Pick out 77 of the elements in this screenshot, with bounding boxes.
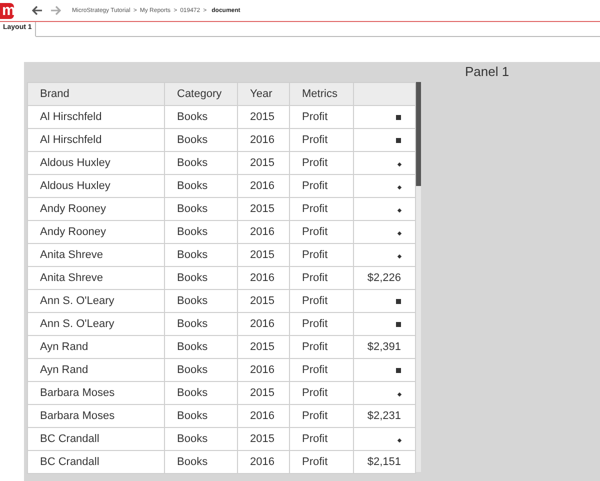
table-cell: BC Crandall xyxy=(28,450,164,474)
square-icon xyxy=(396,115,401,120)
table-cell: Books xyxy=(164,290,238,312)
table-cell: 2016 xyxy=(238,450,290,474)
table-cell: 2016 xyxy=(238,220,290,244)
table-cell: Al Hirschfeld xyxy=(28,106,164,128)
table-cell: 2015 xyxy=(238,244,290,266)
table-cell: Books xyxy=(164,428,238,450)
column-header[interactable]: Metrics xyxy=(290,82,354,106)
table-cell: Profit xyxy=(290,336,354,358)
square-icon xyxy=(396,322,401,327)
table-cell: Books xyxy=(164,382,238,404)
table-cell: BC Crandall xyxy=(28,428,164,450)
table-cell: 2015 xyxy=(238,290,290,312)
scrollbar-thumb[interactable] xyxy=(416,82,421,186)
table-cell: Andy Rooney xyxy=(28,220,164,244)
table-cell: Books xyxy=(164,152,238,174)
table-cell: 2016 xyxy=(238,266,290,290)
square-icon xyxy=(396,368,401,373)
table-cell: 2015 xyxy=(238,382,290,404)
table-cell: Books xyxy=(164,266,238,290)
table-cell: Profit xyxy=(290,382,354,404)
square-icon xyxy=(396,299,401,304)
table-cell: 2015 xyxy=(238,106,290,128)
scrollbar[interactable] xyxy=(416,82,421,472)
table-cell: Profit xyxy=(290,174,354,198)
table-cell: Profit xyxy=(290,198,354,220)
table-cell: Aldous Huxley xyxy=(28,174,164,198)
table-cell: Books xyxy=(164,244,238,266)
table-cell: Profit xyxy=(290,404,354,428)
table-cell: Profit xyxy=(290,220,354,244)
table-cell: Books xyxy=(164,174,238,198)
table-cell: 2016 xyxy=(238,404,290,428)
table-cell: 2016 xyxy=(238,174,290,198)
table-cell: Books xyxy=(164,358,238,382)
table-cell: Profit xyxy=(290,152,354,174)
table-cell: Profit xyxy=(290,266,354,290)
table-cell: 2016 xyxy=(238,128,290,152)
table-cell: Barbara Moses xyxy=(28,382,164,404)
table-cell: Aldous Huxley xyxy=(28,152,164,174)
table-cell: Profit xyxy=(290,450,354,474)
square-icon xyxy=(396,138,401,143)
table-cell: Profit xyxy=(290,106,354,128)
table-cell: Books xyxy=(164,336,238,358)
column-header[interactable]: Year xyxy=(238,82,290,106)
table-cell: Profit xyxy=(290,358,354,382)
table-cell: Profit xyxy=(290,244,354,266)
table-cell: Books xyxy=(164,220,238,244)
table-cell: Books xyxy=(164,128,238,152)
table-cell: Books xyxy=(164,450,238,474)
column-header[interactable]: Category xyxy=(164,82,238,106)
table-cell: Ayn Rand xyxy=(28,358,164,382)
table-cell: Profit xyxy=(290,290,354,312)
table-cell: Books xyxy=(164,312,238,336)
table-cell: 2015 xyxy=(238,336,290,358)
table-cell: 2016 xyxy=(238,312,290,336)
table-cell: Ayn Rand xyxy=(28,336,164,358)
table-cell: Barbara Moses xyxy=(28,404,164,428)
table-cell: Ann S. O'Leary xyxy=(28,290,164,312)
table-cell: 2015 xyxy=(238,152,290,174)
table-cell: Al Hirschfeld xyxy=(28,128,164,152)
table-cell: Profit xyxy=(290,128,354,152)
table-cell: Profit xyxy=(290,428,354,450)
table-cell: 2016 xyxy=(238,358,290,382)
table-cell: Books xyxy=(164,106,238,128)
table-cell: Anita Shreve xyxy=(28,244,164,266)
table-cell: 2015 xyxy=(238,198,290,220)
panel-title: Panel 1 xyxy=(465,64,510,79)
table-cell: Books xyxy=(164,198,238,220)
table-cell: Books xyxy=(164,404,238,428)
table-cell: Anita Shreve xyxy=(28,266,164,290)
table-cell: Ann S. O'Leary xyxy=(28,312,164,336)
table-cell: Profit xyxy=(290,312,354,336)
column-header[interactable]: Brand xyxy=(28,82,164,106)
table-cell: Andy Rooney xyxy=(28,198,164,220)
back-arrow-icon[interactable] xyxy=(32,6,42,15)
table-cell: 2015 xyxy=(238,428,290,450)
